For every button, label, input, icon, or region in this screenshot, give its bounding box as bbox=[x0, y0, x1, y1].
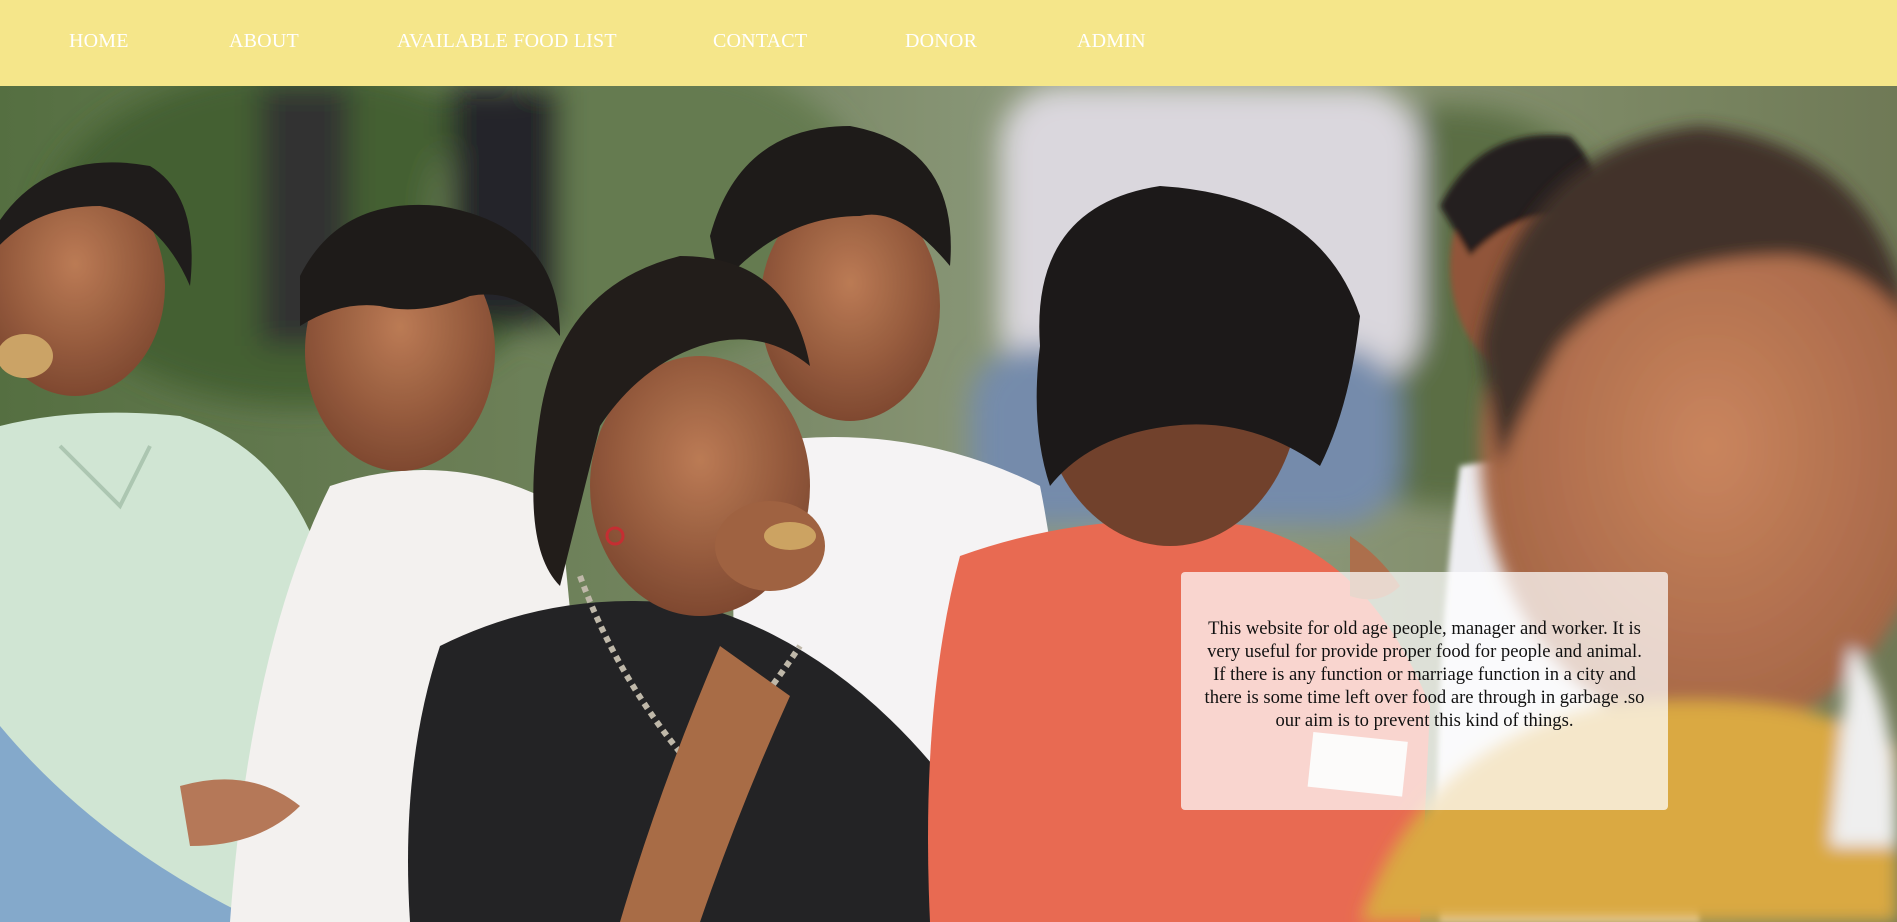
mission-description-text: This website for old age people, manager… bbox=[1204, 618, 1645, 731]
nav-home-link[interactable]: HOME bbox=[69, 30, 129, 53]
nav-admin-link[interactable]: ADMIN bbox=[1077, 30, 1146, 53]
nav-donor-link[interactable]: DONOR bbox=[905, 30, 977, 53]
mission-info-box: This website for old age people, manager… bbox=[1181, 572, 1668, 810]
nav-contact-link[interactable]: CONTACT bbox=[713, 30, 807, 53]
nav-available-food-list-link[interactable]: AVAILABLE FOOD LIST bbox=[397, 30, 617, 53]
top-navbar: HOME ABOUT AVAILABLE FOOD LIST CONTACT D… bbox=[0, 0, 1897, 86]
nav-about-link[interactable]: ABOUT bbox=[229, 30, 299, 53]
